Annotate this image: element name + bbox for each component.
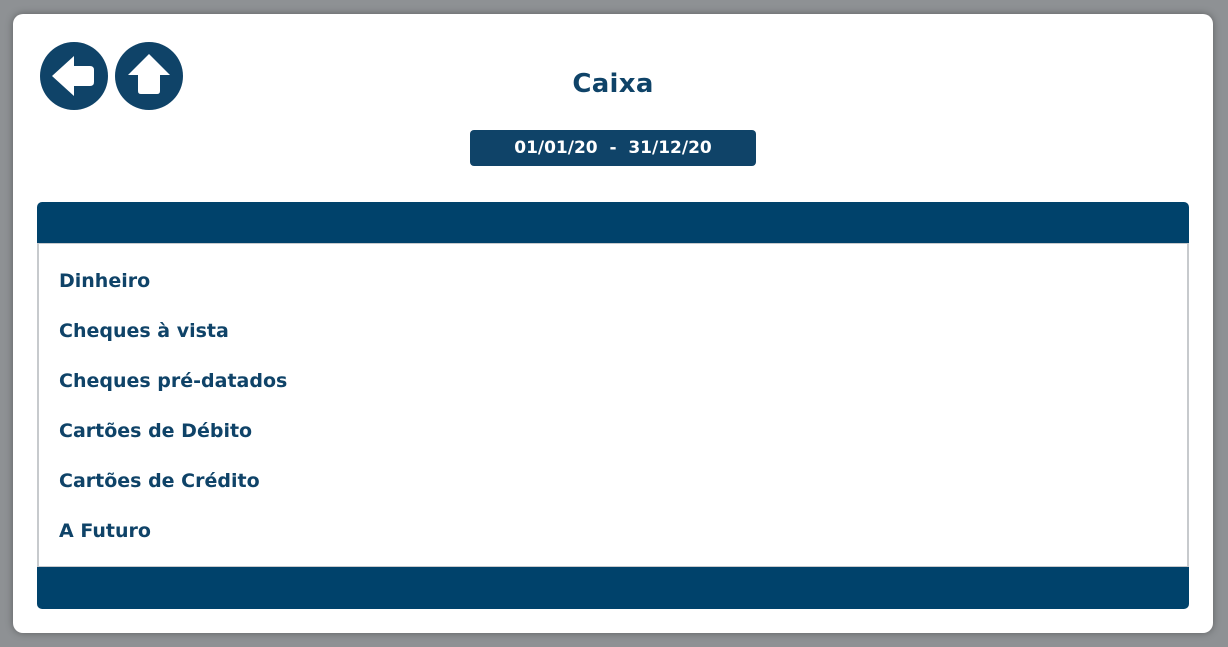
- list-item-a-futuro[interactable]: A Futuro: [39, 506, 1187, 556]
- payment-methods-list: Dinheiro Cheques à vista Cheques pré-dat…: [37, 243, 1189, 567]
- date-range-selector[interactable]: 01/01/20 - 31/12/20: [470, 130, 756, 166]
- list-item-cheques-pre-datados[interactable]: Cheques pré-datados: [39, 356, 1187, 406]
- caixa-window: Caixa 01/01/20 - 31/12/20 Dinheiro Chequ…: [13, 14, 1213, 633]
- list-item-dinheiro[interactable]: Dinheiro: [39, 256, 1187, 306]
- list-item-cheques-a-vista[interactable]: Cheques à vista: [39, 306, 1187, 356]
- list-item-cartoes-credito[interactable]: Cartões de Crédito: [39, 456, 1187, 506]
- page-title: Caixa: [572, 69, 654, 99]
- payment-methods-panel: Dinheiro Cheques à vista Cheques pré-dat…: [37, 202, 1189, 609]
- panel-footer-bar: [37, 567, 1189, 609]
- list-item-cartoes-debito[interactable]: Cartões de Débito: [39, 406, 1187, 456]
- panel-header-bar: [37, 202, 1189, 243]
